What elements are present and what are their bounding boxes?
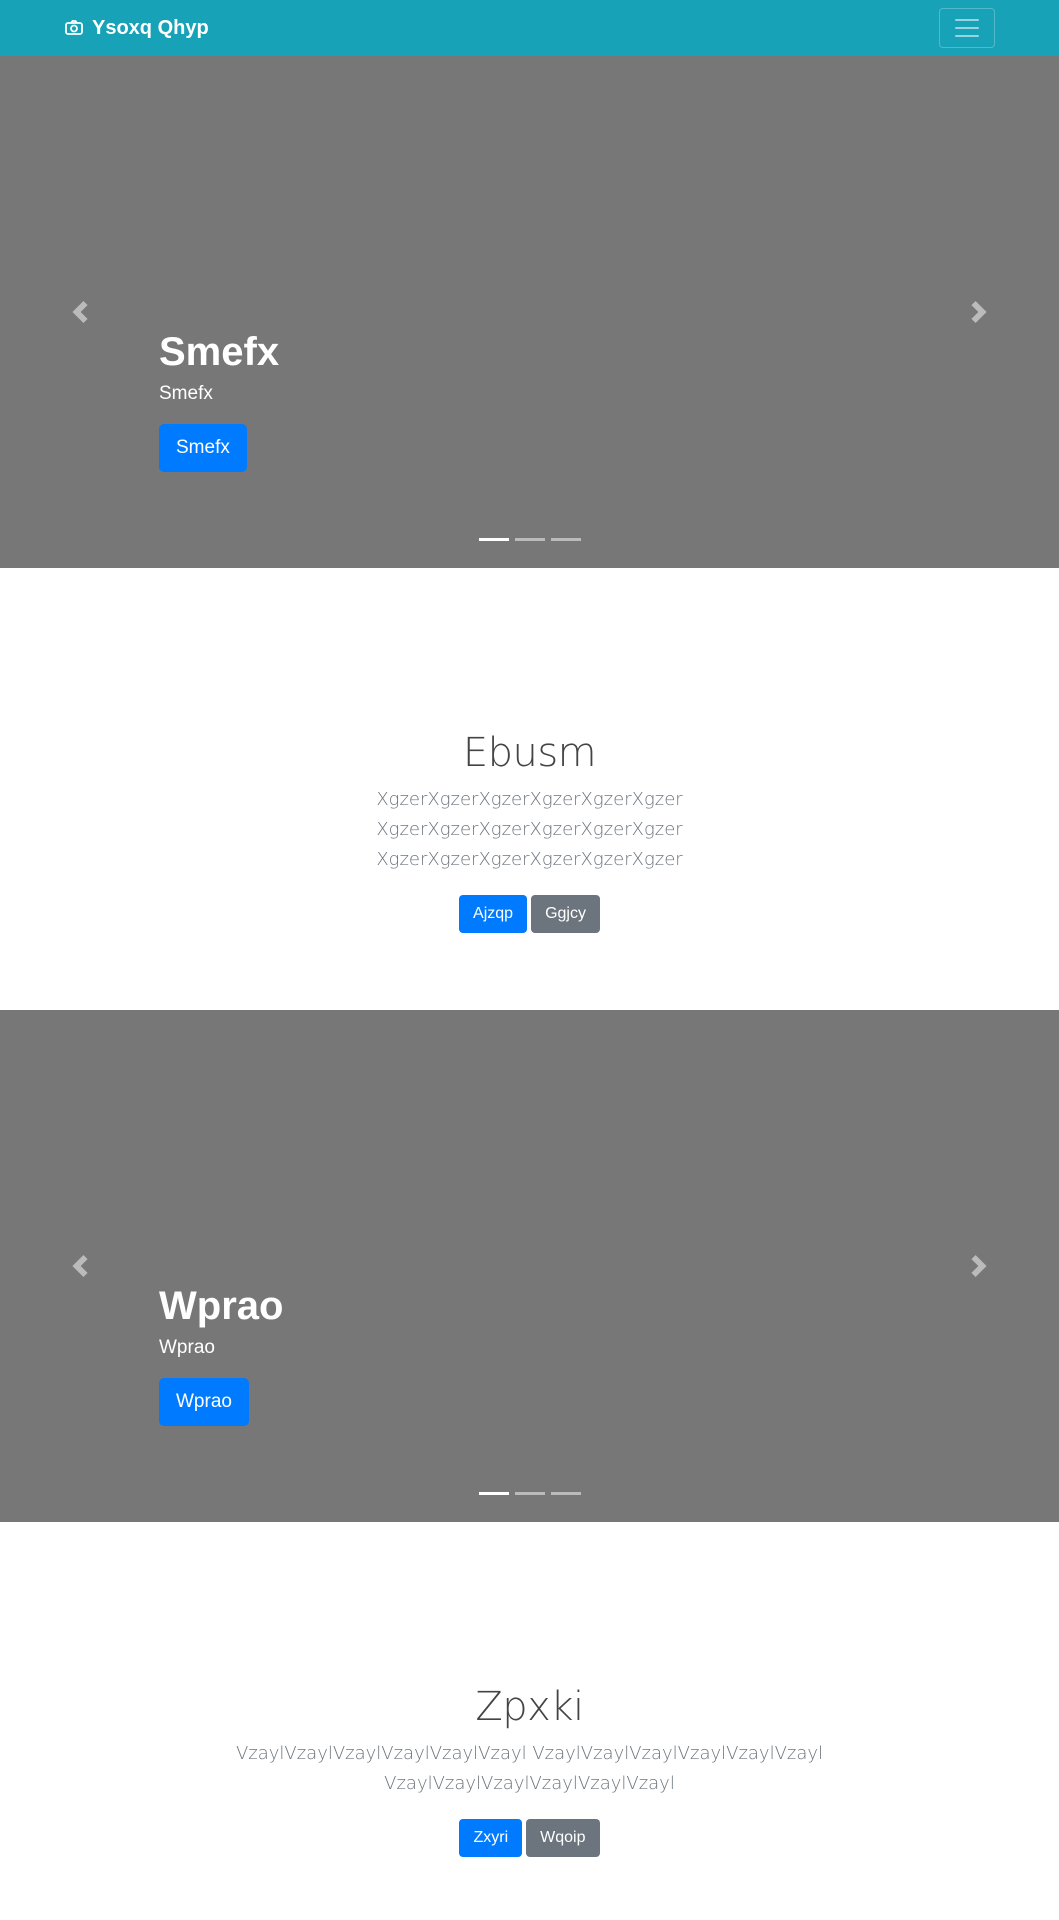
section-title: Ebusm (462, 730, 597, 776)
carousel-cta-button[interactable]: Wprao (159, 1378, 249, 1426)
primary-button[interactable]: Ajzqp (459, 895, 528, 933)
carousel-indicator-1[interactable] (478, 538, 509, 541)
carousel-prev-button[interactable] (0, 56, 160, 568)
carousel-indicator-2[interactable] (514, 1492, 545, 1495)
carousel-indicator-3[interactable] (550, 1492, 581, 1495)
chevron-right-icon (971, 1255, 987, 1277)
carousel-subtitle: Wprao (159, 1337, 215, 1358)
section-title: Zpxki (475, 1684, 584, 1730)
section-lead: XgzerXgzerXgzerXgzerXgzerXgzer XgzerXgze… (376, 789, 683, 870)
intro-section: Ebusm XgzerXgzerXgzerXgzerXgzerXgzer Xgz… (0, 568, 1059, 1010)
carousel-indicator-2[interactable] (514, 538, 545, 541)
carousel-indicator-1[interactable] (478, 1492, 509, 1495)
chevron-right-icon (971, 301, 987, 323)
carousel-caption: Wprao Wprao Wprao (159, 1282, 283, 1426)
carousel-next-button[interactable] (899, 1010, 1059, 1522)
carousel-caption: Smefx Smefx Smefx (159, 328, 279, 472)
navbar: Ysoxq Qhyp (0, 0, 1059, 56)
carousel-next-button[interactable] (899, 56, 1059, 568)
hero-carousel: Smefx Smefx Smefx (0, 56, 1059, 568)
hamburger-menu-icon (955, 19, 979, 37)
primary-button[interactable]: Zxyri (459, 1819, 523, 1857)
brand-link[interactable]: Ysoxq Qhyp (64, 14, 209, 42)
second-carousel: Wprao Wprao Wprao (0, 1010, 1059, 1522)
carousel-cta-button[interactable]: Smefx (159, 424, 247, 472)
brand-text: Ysoxq Qhyp (92, 16, 209, 39)
chevron-left-icon (72, 1255, 88, 1277)
carousel-indicator-3[interactable] (550, 538, 581, 541)
carousel-subtitle: Smefx (159, 383, 213, 404)
chevron-left-icon (72, 301, 88, 323)
navbar-toggler-button[interactable] (939, 8, 995, 48)
secondary-button[interactable]: Ggjcy (531, 895, 600, 933)
carousel-title: Smefx (159, 330, 280, 374)
section-buttons: Zxyri Wqoip (0, 1819, 1059, 1857)
carousel-prev-button[interactable] (0, 1010, 160, 1522)
carousel-title: Wprao (159, 1284, 284, 1328)
carousel-indicators (0, 1492, 1059, 1495)
section-lead: VzaylVzaylVzaylVzaylVzaylVzayl VzaylVzay… (235, 1743, 824, 1794)
secondary-button[interactable]: Wqoip (526, 1819, 600, 1857)
camera-icon (64, 18, 84, 38)
section-buttons: Ajzqp Ggjcy (0, 895, 1059, 933)
carousel-indicators (0, 538, 1059, 541)
second-section: Zpxki VzaylVzaylVzaylVzaylVzaylVzayl Vza… (0, 1522, 1059, 1920)
